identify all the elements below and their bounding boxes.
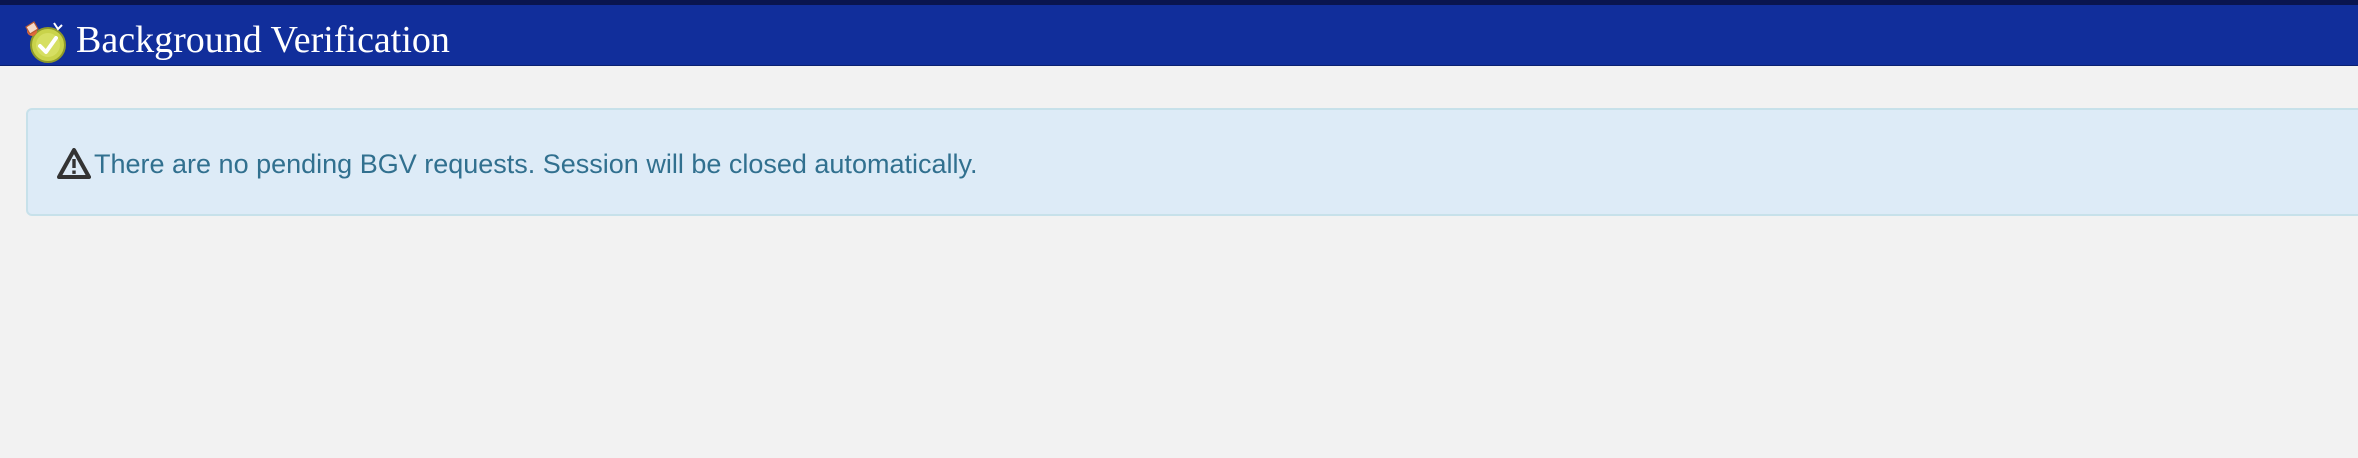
warning-triangle-icon (57, 148, 91, 179)
page-title: Background Verification (76, 19, 450, 61)
alert-message: There are no pending BGV requests. Sessi… (94, 149, 978, 179)
info-alert: There are no pending BGV requests. Sessi… (26, 108, 2358, 216)
verification-badge-icon (24, 19, 68, 65)
app-header: Background Verification (0, 0, 2358, 66)
